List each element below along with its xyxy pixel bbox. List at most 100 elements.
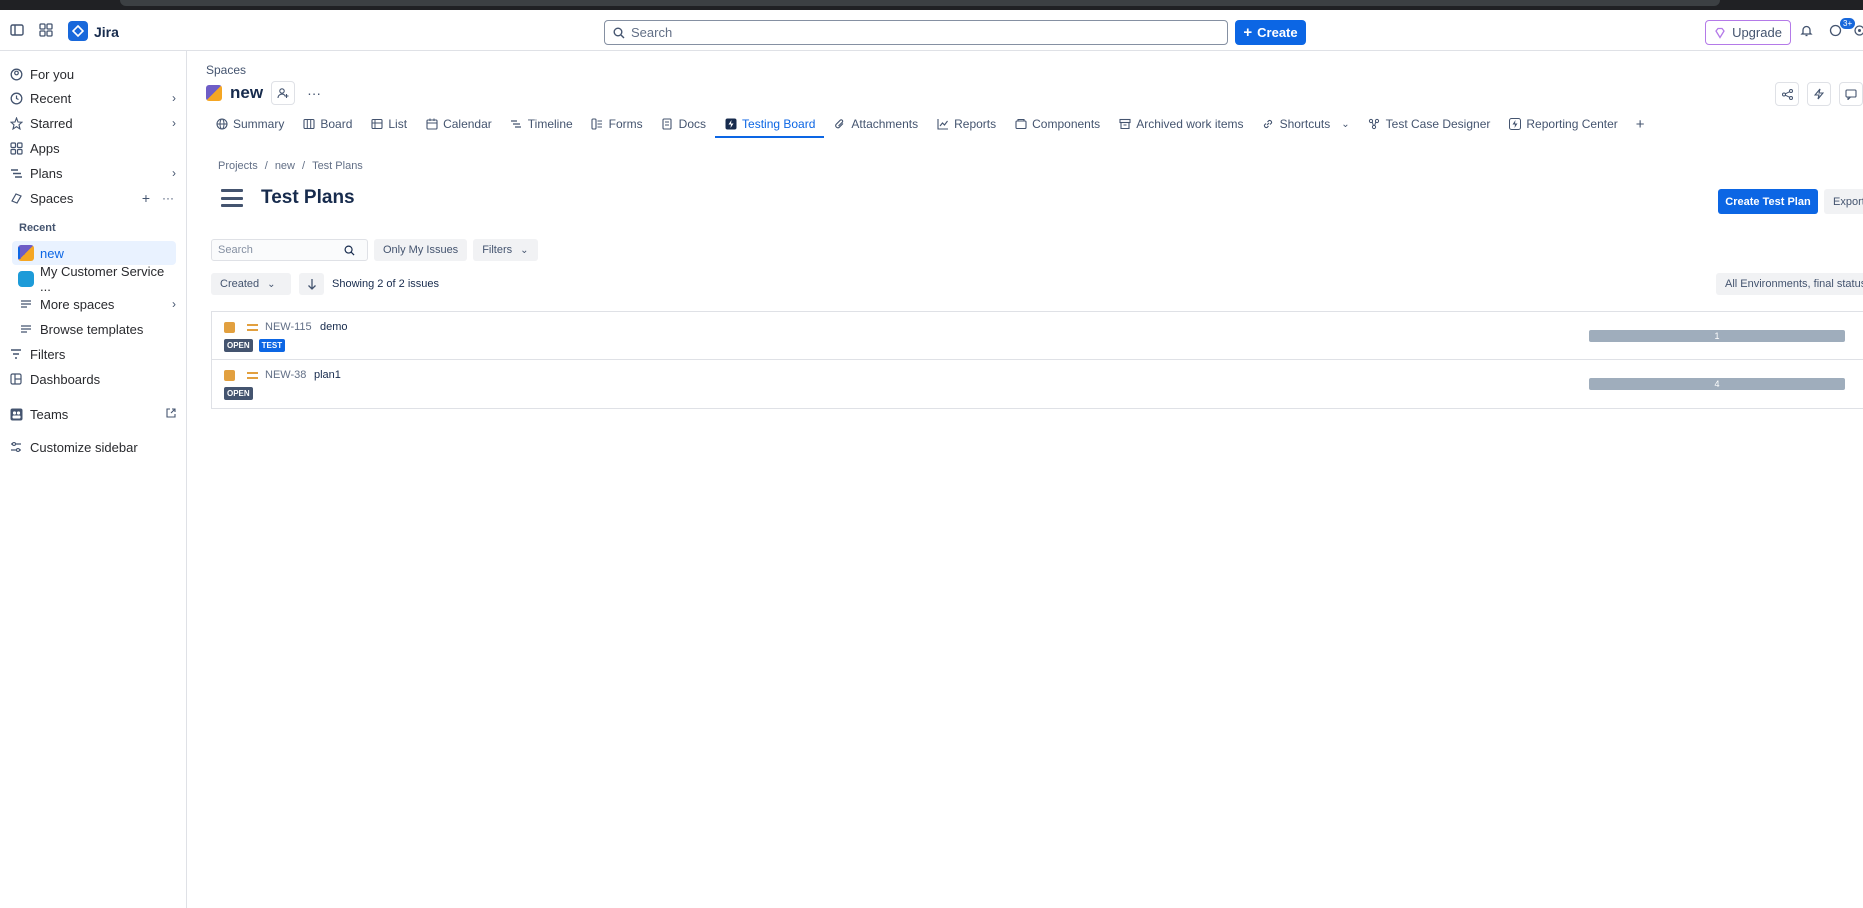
spaces-breadcrumb[interactable]: Spaces xyxy=(206,63,246,77)
calendar-icon xyxy=(425,118,438,131)
app-name[interactable]: Jira xyxy=(94,24,119,40)
tab-label: Reporting Center xyxy=(1526,117,1618,131)
tab-forms[interactable]: Forms xyxy=(582,113,652,135)
tab-archived-work-items[interactable]: Archived work items xyxy=(1109,113,1252,135)
search-icon xyxy=(344,245,355,256)
chevron-down-icon[interactable]: ⌄ xyxy=(1341,119,1349,130)
tab-shortcuts[interactable]: Shortcuts ⌄ xyxy=(1253,113,1359,135)
sidebar-item-label: new xyxy=(40,245,64,261)
tab-label: Reports xyxy=(954,117,997,131)
global-search[interactable] xyxy=(604,20,1228,45)
settings-icon[interactable] xyxy=(1850,21,1863,39)
menu-icon[interactable] xyxy=(221,189,243,207)
breadcrumb-projects[interactable]: Projects xyxy=(218,160,258,172)
sidebar-browse-templates[interactable]: Browse templates xyxy=(18,317,176,341)
sidebar-item-starred[interactable]: Starred › xyxy=(8,111,176,135)
space-tabs: Summary Board List Calendar Timeline For… xyxy=(206,113,1654,138)
list-item[interactable]: NEW-115 demo OPEN TEST 1 xyxy=(212,312,1863,360)
chart-line-icon xyxy=(936,118,949,131)
list-item[interactable]: NEW-38 plan1 OPEN 4 xyxy=(212,360,1863,408)
upgrade-button[interactable]: Upgrade xyxy=(1705,20,1791,45)
browser-tab-edge xyxy=(120,0,1720,6)
tab-label: Test Case Designer xyxy=(1385,117,1491,131)
label-badge: TEST xyxy=(258,339,286,352)
automation-lightning-icon[interactable] xyxy=(1807,82,1831,106)
export-button[interactable]: Export xyxy=(1824,189,1863,214)
sidebar-toggle-icon[interactable] xyxy=(8,21,26,39)
issue-key[interactable]: NEW-115 xyxy=(265,321,312,333)
create-button[interactable]: + Create xyxy=(1235,20,1306,45)
tab-label: List xyxy=(388,117,408,131)
sidebar-item-plans[interactable]: Plans › xyxy=(8,161,176,185)
add-space-icon[interactable]: + xyxy=(142,190,150,206)
list-icon xyxy=(18,296,34,312)
sidebar-item-label: My Customer Service ... xyxy=(40,264,165,294)
tab-components[interactable]: Components xyxy=(1005,113,1109,135)
tab-calendar[interactable]: Calendar xyxy=(416,113,501,135)
only-my-issues-button[interactable]: Only My Issues xyxy=(374,239,468,261)
sidebar-item-filters[interactable]: Filters xyxy=(8,342,176,366)
share-icon[interactable] xyxy=(1775,82,1799,106)
tab-docs[interactable]: Docs xyxy=(652,113,715,135)
chevron-right-icon[interactable]: › xyxy=(172,116,176,130)
tab-list[interactable]: List xyxy=(361,113,416,135)
tab-board[interactable]: Board xyxy=(293,113,361,135)
jira-logo-icon[interactable] xyxy=(68,21,88,41)
chevron-down-icon: ⌄ xyxy=(520,244,529,256)
global-search-input[interactable] xyxy=(631,25,1211,40)
environment-filter[interactable]: All Environments, final status xyxy=(1716,273,1863,295)
board-icon xyxy=(302,118,315,131)
app-switcher-icon[interactable] xyxy=(37,21,55,39)
chevron-right-icon[interactable]: › xyxy=(172,166,176,180)
sort-direction-button[interactable] xyxy=(299,273,324,295)
chevron-right-icon[interactable]: › xyxy=(172,297,176,311)
filters-dropdown[interactable]: Filters ⌄ xyxy=(473,239,538,261)
sidebar-item-for-you[interactable]: For you xyxy=(8,62,176,86)
sort-field-dropdown[interactable]: Created ⌄ xyxy=(211,273,291,295)
sidebar-recent-customer-service[interactable]: My Customer Service ... xyxy=(18,264,176,294)
sidebar-more-spaces[interactable]: More spaces › xyxy=(18,292,176,316)
external-link-icon[interactable] xyxy=(166,407,176,421)
tab-reports[interactable]: Reports xyxy=(927,113,1005,135)
issue-summary[interactable]: plan1 xyxy=(314,369,341,381)
space-header-actions xyxy=(1775,82,1863,106)
sidebar-item-dashboards[interactable]: Dashboards xyxy=(8,367,176,391)
feedback-icon[interactable] xyxy=(1839,82,1863,106)
templates-icon xyxy=(18,321,34,337)
sidebar-item-apps[interactable]: Apps xyxy=(8,136,176,160)
add-people-icon[interactable] xyxy=(271,81,296,105)
plans-search[interactable] xyxy=(211,239,368,261)
more-options-icon[interactable]: ··· xyxy=(162,191,174,205)
more-actions-icon[interactable]: ··· xyxy=(307,85,321,101)
sidebar-item-spaces[interactable]: Spaces + ··· xyxy=(8,186,176,210)
bell-icon[interactable] xyxy=(1797,21,1815,39)
create-test-plan-button[interactable]: Create Test Plan xyxy=(1718,189,1818,214)
add-tab-button[interactable]: + xyxy=(1627,113,1654,135)
tab-label: Timeline xyxy=(527,117,573,131)
sidebar-item-label: Spaces xyxy=(30,190,74,206)
tab-test-case-designer[interactable]: Test Case Designer xyxy=(1359,113,1500,135)
chevron-right-icon[interactable]: › xyxy=(172,91,176,105)
breadcrumb-separator: / xyxy=(302,160,306,172)
progress-bar: 1 xyxy=(1589,330,1845,342)
sidebar-recent-new[interactable]: new xyxy=(12,241,176,265)
sidebar-item-label: Starred xyxy=(30,115,73,131)
issue-summary[interactable]: demo xyxy=(320,321,348,333)
test-plan-type-icon xyxy=(224,370,235,381)
tab-testing-board[interactable]: Testing Board xyxy=(715,113,825,138)
plans-icon xyxy=(8,165,24,181)
sidebar-item-teams[interactable]: Teams xyxy=(8,402,176,426)
paperclip-icon xyxy=(833,118,846,131)
tab-timeline[interactable]: Timeline xyxy=(501,113,582,135)
plans-search-input[interactable] xyxy=(212,244,344,256)
components-icon xyxy=(1014,118,1027,131)
tab-reporting-center[interactable]: Reporting Center xyxy=(1499,113,1626,135)
sidebar-item-recent[interactable]: Recent › xyxy=(8,86,176,110)
breadcrumb-current[interactable]: Test Plans xyxy=(312,160,363,172)
sidebar-customize[interactable]: Customize sidebar xyxy=(8,435,176,459)
main-area: Spaces new ··· Summary Board List Calend… xyxy=(188,51,1863,908)
tab-attachments[interactable]: Attachments xyxy=(824,113,927,135)
tab-summary[interactable]: Summary xyxy=(206,113,293,135)
issue-key[interactable]: NEW-38 xyxy=(265,369,306,381)
breadcrumb-project[interactable]: new xyxy=(275,160,295,172)
